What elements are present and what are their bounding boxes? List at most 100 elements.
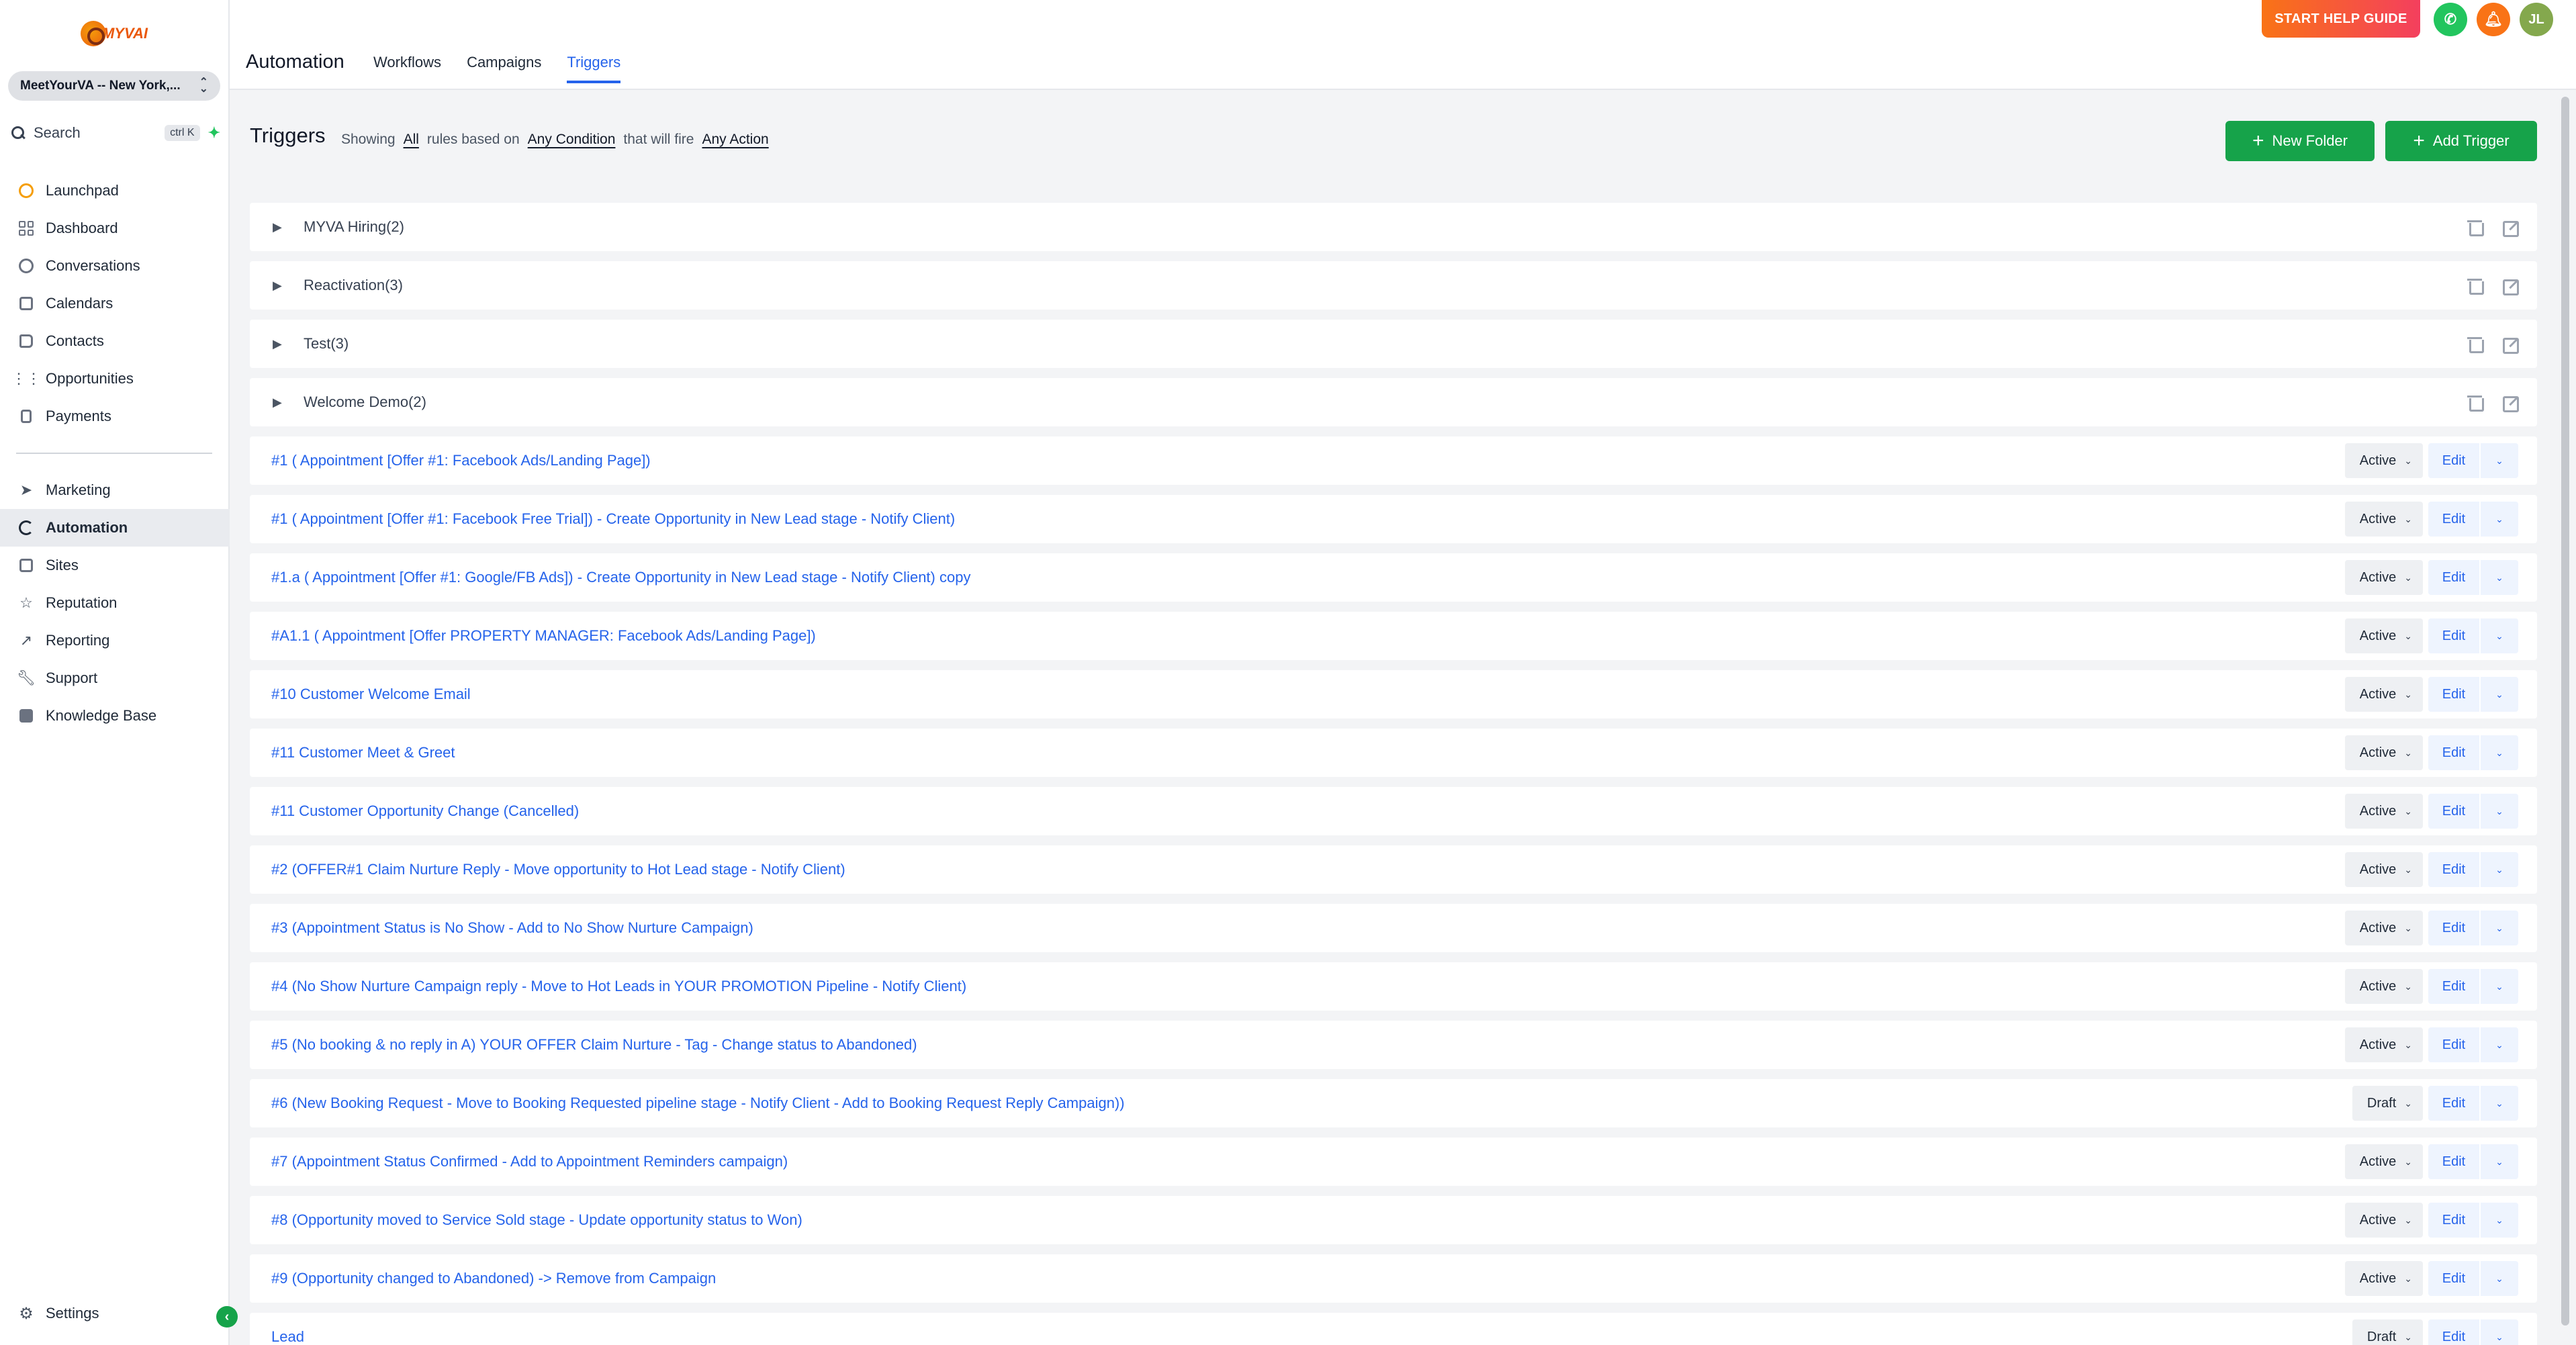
- edit-options-chevron-down-icon[interactable]: ⌄: [2481, 1144, 2518, 1179]
- status-dropdown[interactable]: Active ⌄: [2344, 1203, 2423, 1238]
- sidebar-item-automation[interactable]: Automation: [0, 509, 230, 547]
- folder-row[interactable]: ▶ Test(3): [250, 320, 2537, 368]
- edit-options-chevron-down-icon[interactable]: ⌄: [2481, 443, 2518, 478]
- edit-button[interactable]: Edit: [2428, 560, 2479, 595]
- filter-action-select[interactable]: Any Action: [702, 132, 768, 148]
- trigger-name-link[interactable]: #5 (No booking & no reply in A) YOUR OFF…: [271, 1036, 917, 1054]
- trigger-name-link[interactable]: #8 (Opportunity moved to Service Sold st…: [271, 1211, 802, 1229]
- edit-options-chevron-down-icon[interactable]: ⌄: [2481, 1027, 2518, 1062]
- sidebar-item-contacts[interactable]: Contacts: [0, 322, 230, 360]
- trigger-name-link[interactable]: #9 (Opportunity changed to Abandoned) ->…: [271, 1270, 716, 1287]
- sidebar-item-opportunities[interactable]: ⋮⋮ Opportunities: [0, 360, 230, 398]
- avatar[interactable]: JL: [2520, 3, 2553, 36]
- expand-caret-icon[interactable]: ▶: [250, 337, 282, 351]
- sidebar-item-knowledge-base[interactable]: Knowledge Base: [0, 697, 230, 735]
- scrollbar[interactable]: [2560, 90, 2571, 1345]
- trigger-name-link[interactable]: #2 (OFFER#1 Claim Nurture Reply - Move o…: [271, 861, 845, 878]
- sidebar-item-reputation[interactable]: ☆ Reputation: [0, 584, 230, 622]
- edit-options-chevron-down-icon[interactable]: ⌄: [2481, 852, 2518, 887]
- edit-button[interactable]: Edit: [2428, 735, 2479, 770]
- sidebar-item-reporting[interactable]: ↗ Reporting: [0, 622, 230, 659]
- sidebar-item-payments[interactable]: Payments: [0, 398, 230, 435]
- bell-icon[interactable]: 🔔︎: [2477, 3, 2510, 36]
- edit-options-chevron-down-icon[interactable]: ⌄: [2481, 794, 2518, 829]
- trigger-name-link[interactable]: #1 ( Appointment [Offer #1: Facebook Fre…: [271, 510, 955, 528]
- brand-logo[interactable]: MYVAI: [81, 15, 148, 52]
- start-help-guide-button[interactable]: START HELP GUIDE: [2262, 0, 2420, 38]
- sidebar-item-settings[interactable]: ⚙ Settings: [0, 1295, 230, 1332]
- status-dropdown[interactable]: Active ⌄: [2344, 852, 2423, 887]
- edit-button[interactable]: Edit: [2428, 1203, 2479, 1238]
- edit-button[interactable]: Edit: [2428, 1261, 2479, 1296]
- edit-button[interactable]: Edit: [2428, 1027, 2479, 1062]
- location-switcher[interactable]: MeetYourVA -- New York,... ⌃ ⌄: [8, 71, 220, 101]
- edit-options-chevron-down-icon[interactable]: ⌄: [2481, 502, 2518, 537]
- edit-button[interactable]: Edit: [2428, 1144, 2479, 1179]
- trigger-name-link[interactable]: #A1.1 ( Appointment [Offer PROPERTY MANA…: [271, 627, 816, 645]
- edit-button[interactable]: Edit: [2428, 677, 2479, 712]
- trigger-name-link[interactable]: #1.a ( Appointment [Offer #1: Google/FB …: [271, 569, 970, 586]
- filter-all-select[interactable]: All: [404, 132, 419, 148]
- trigger-name-link[interactable]: #11 Customer Opportunity Change (Cancell…: [271, 802, 579, 820]
- edit-button[interactable]: Edit: [2428, 502, 2479, 537]
- sidebar-item-dashboard[interactable]: Dashboard: [0, 210, 230, 247]
- edit-options-chevron-down-icon[interactable]: ⌄: [2481, 911, 2518, 945]
- add-trigger-button[interactable]: + Add Trigger: [2385, 121, 2537, 161]
- trigger-name-link[interactable]: #10 Customer Welcome Email: [271, 686, 471, 703]
- edit-options-chevron-down-icon[interactable]: ⌄: [2481, 735, 2518, 770]
- status-dropdown[interactable]: Draft ⌄: [2352, 1086, 2423, 1121]
- expand-caret-icon[interactable]: ▶: [250, 396, 282, 410]
- edit-button[interactable]: Edit: [2428, 911, 2479, 945]
- edit-options-chevron-down-icon[interactable]: ⌄: [2481, 618, 2518, 653]
- edit-icon[interactable]: [2502, 277, 2519, 295]
- status-dropdown[interactable]: Active ⌄: [2344, 502, 2423, 537]
- sidebar-item-support[interactable]: 🔧︎ Support: [0, 659, 230, 697]
- edit-icon[interactable]: [2502, 219, 2519, 237]
- edit-options-chevron-down-icon[interactable]: ⌄: [2481, 969, 2518, 1004]
- status-dropdown[interactable]: Active ⌄: [2344, 911, 2423, 945]
- edit-button[interactable]: Edit: [2428, 794, 2479, 829]
- trigger-name-link[interactable]: #1 ( Appointment [Offer #1: Facebook Ads…: [271, 452, 651, 469]
- trigger-name-link[interactable]: #6 (New Booking Request - Move to Bookin…: [271, 1095, 1125, 1112]
- folder-row[interactable]: ▶ Welcome Demo(2): [250, 378, 2537, 426]
- status-dropdown[interactable]: Active ⌄: [2344, 677, 2423, 712]
- sidebar-item-calendars[interactable]: Calendars: [0, 285, 230, 322]
- status-dropdown[interactable]: Draft ⌄: [2352, 1319, 2423, 1345]
- edit-options-chevron-down-icon[interactable]: ⌄: [2481, 1319, 2518, 1345]
- edit-button[interactable]: Edit: [2428, 1319, 2479, 1345]
- status-dropdown[interactable]: Active ⌄: [2344, 735, 2423, 770]
- tab-triggers[interactable]: Triggers: [567, 54, 621, 83]
- edit-options-chevron-down-icon[interactable]: ⌄: [2481, 1261, 2518, 1296]
- scrollbar-thumb[interactable]: [2561, 97, 2569, 1326]
- phone-icon[interactable]: ✆: [2434, 3, 2467, 36]
- sidebar-item-launchpad[interactable]: Launchpad: [0, 172, 230, 210]
- edit-options-chevron-down-icon[interactable]: ⌄: [2481, 560, 2518, 595]
- trash-icon[interactable]: [2467, 394, 2484, 412]
- collapse-sidebar-button[interactable]: ‹: [216, 1306, 238, 1328]
- folder-row[interactable]: ▶ MYVA Hiring(2): [250, 203, 2537, 251]
- quick-action-icon[interactable]: ✦: [208, 124, 220, 142]
- edit-button[interactable]: Edit: [2428, 443, 2479, 478]
- trash-icon[interactable]: [2467, 277, 2484, 295]
- status-dropdown[interactable]: Active ⌄: [2344, 794, 2423, 829]
- status-dropdown[interactable]: Active ⌄: [2344, 1144, 2423, 1179]
- trigger-name-link[interactable]: Lead: [271, 1328, 304, 1345]
- trigger-name-link[interactable]: #3 (Appointment Status is No Show - Add …: [271, 919, 753, 937]
- edit-options-chevron-down-icon[interactable]: ⌄: [2481, 1086, 2518, 1121]
- status-dropdown[interactable]: Active ⌄: [2344, 618, 2423, 653]
- trigger-name-link[interactable]: #11 Customer Meet & Greet: [271, 744, 455, 761]
- edit-options-chevron-down-icon[interactable]: ⌄: [2481, 677, 2518, 712]
- filter-condition-select[interactable]: Any Condition: [528, 132, 616, 148]
- new-folder-button[interactable]: + New Folder: [2225, 121, 2375, 161]
- edit-icon[interactable]: [2502, 336, 2519, 354]
- trigger-name-link[interactable]: #4 (No Show Nurture Campaign reply - Mov…: [271, 978, 966, 995]
- sidebar-item-marketing[interactable]: ➤ Marketing: [0, 471, 230, 509]
- edit-options-chevron-down-icon[interactable]: ⌄: [2481, 1203, 2518, 1238]
- edit-button[interactable]: Edit: [2428, 969, 2479, 1004]
- edit-button[interactable]: Edit: [2428, 618, 2479, 653]
- trash-icon[interactable]: [2467, 219, 2484, 236]
- status-dropdown[interactable]: Active ⌄: [2344, 969, 2423, 1004]
- tab-campaigns[interactable]: Campaigns: [467, 54, 541, 83]
- edit-icon[interactable]: [2502, 394, 2519, 412]
- status-dropdown[interactable]: Active ⌄: [2344, 560, 2423, 595]
